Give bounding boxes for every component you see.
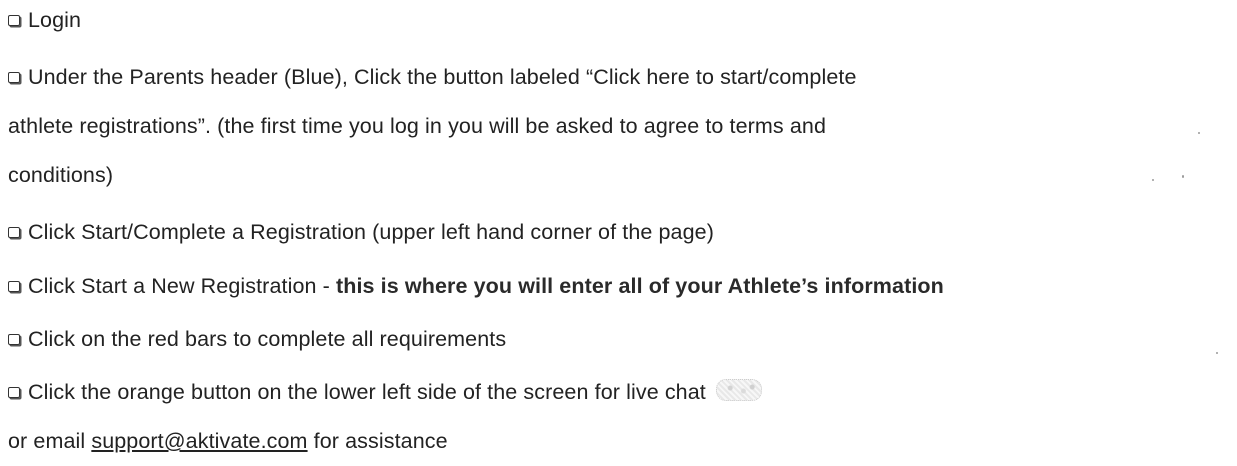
live-chat-icon — [715, 379, 762, 401]
step-login: Login — [8, 7, 81, 33]
step-start-complete: Click Start/Complete a Registration (upp… — [8, 219, 714, 245]
step-new-registration: Click Start a New Registration - this is… — [8, 273, 944, 299]
checkbox-icon[interactable] — [8, 227, 20, 238]
support-email-link[interactable]: support@aktivate.com — [91, 429, 307, 453]
footer-email-line: or email support@aktivate.com for assist… — [8, 428, 448, 454]
step-live-chat: Click the orange button on the lower lef… — [8, 379, 762, 405]
step-emphasis: this is where you will enter all of your… — [335, 274, 944, 298]
checkbox-icon[interactable] — [8, 15, 20, 26]
step-text: conditions) — [8, 163, 114, 187]
checkbox-icon[interactable] — [8, 387, 20, 398]
scan-speck — [1216, 352, 1218, 354]
step-text: Click the orange button on the lower lef… — [28, 380, 706, 404]
step-text: Click Start/Complete a Registration (upp… — [28, 220, 714, 244]
step-text: Under the Parents header (Blue), Click t… — [28, 65, 857, 89]
step-text: Click Start a New Registration - — [28, 274, 336, 298]
step-parents-header-end: conditions) — [8, 162, 113, 188]
checkbox-icon[interactable] — [8, 72, 20, 83]
scan-speck — [1182, 175, 1184, 178]
step-text: Login — [28, 8, 82, 32]
scan-speck — [1198, 132, 1200, 134]
scan-speck — [1152, 179, 1154, 181]
checkbox-icon[interactable] — [8, 334, 20, 345]
footer-suffix: for assistance — [307, 429, 448, 453]
step-parents-header: Under the Parents header (Blue), Click t… — [8, 64, 857, 90]
step-parents-header-continued: athlete registrations”. (the first time … — [8, 113, 826, 139]
checkbox-icon[interactable] — [8, 281, 20, 292]
footer-prefix: or email — [8, 429, 92, 453]
step-red-bars: Click on the red bars to complete all re… — [8, 326, 506, 352]
step-text: athlete registrations”. (the first time … — [8, 114, 827, 138]
step-text: Click on the red bars to complete all re… — [28, 327, 507, 351]
